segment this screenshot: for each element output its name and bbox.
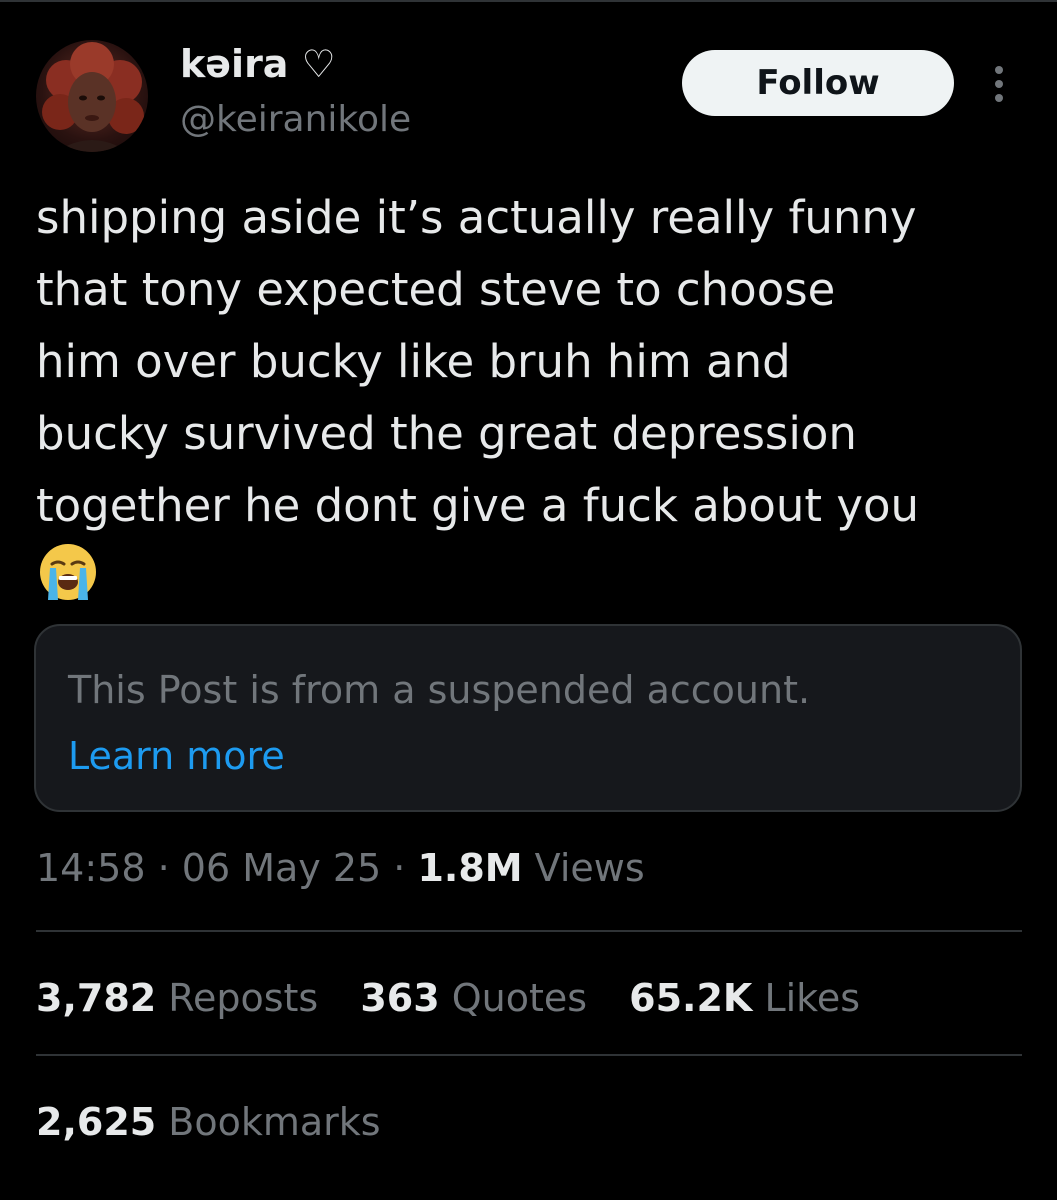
- follow-button[interactable]: Follow: [682, 50, 954, 116]
- reposts-label: Reposts: [156, 976, 319, 1020]
- display-name[interactable]: kəira ♡: [180, 38, 336, 90]
- post-text: shipping aside it’s actually really funn…: [36, 182, 1026, 542]
- bookmarks-label: Bookmarks: [156, 1100, 381, 1144]
- meta-separator: ·: [145, 846, 182, 890]
- more-options-icon[interactable]: [984, 62, 1014, 106]
- likes-stat[interactable]: 65.2K Likes: [629, 970, 860, 1026]
- bookmarks-count: 2,625: [36, 1100, 157, 1144]
- post-date[interactable]: 06 May 25: [182, 846, 381, 890]
- loudly-crying-face-icon: [36, 540, 100, 604]
- quotes-label: Quotes: [439, 976, 588, 1020]
- post-text-line: bucky survived the great depression: [36, 407, 857, 460]
- post-text-line: together he dont give a fuck about you: [36, 479, 920, 532]
- bookmarks-stat[interactable]: 2,625 Bookmarks: [36, 1094, 381, 1150]
- post-metadata: 14:58 · 06 May 25 · 1.8M Views: [36, 840, 645, 896]
- meta-separator: ·: [381, 846, 418, 890]
- likes-label: Likes: [752, 976, 860, 1020]
- quotes-count: 363: [360, 976, 440, 1020]
- top-divider: [0, 0, 1057, 2]
- suspended-notice: This Post is from a suspended account. L…: [34, 624, 1022, 812]
- engagement-stats: 3,782 Reposts 363 Quotes 65.2K Likes: [36, 970, 890, 1026]
- views-count: 1.8M: [417, 846, 523, 890]
- user-handle[interactable]: @keiranikole: [180, 96, 411, 144]
- divider: [36, 1054, 1022, 1056]
- suspended-notice-text: This Post is from a suspended account.: [68, 668, 811, 712]
- reposts-stat[interactable]: 3,782 Reposts: [36, 970, 318, 1026]
- post-text-line: him over bucky like bruh him and: [36, 335, 791, 388]
- avatar-image: [42, 42, 144, 152]
- reposts-count: 3,782: [36, 976, 157, 1020]
- avatar[interactable]: [36, 40, 148, 152]
- post-time[interactable]: 14:58: [36, 846, 146, 890]
- views-label: Views: [522, 846, 645, 890]
- post-text-line: shipping aside it’s actually really funn…: [36, 191, 917, 244]
- learn-more-link[interactable]: Learn more: [68, 728, 285, 784]
- post-text-line: that tony expected steve to choose: [36, 263, 836, 316]
- likes-count: 65.2K: [629, 976, 753, 1020]
- quotes-stat[interactable]: 363 Quotes: [360, 970, 587, 1026]
- divider: [36, 930, 1022, 932]
